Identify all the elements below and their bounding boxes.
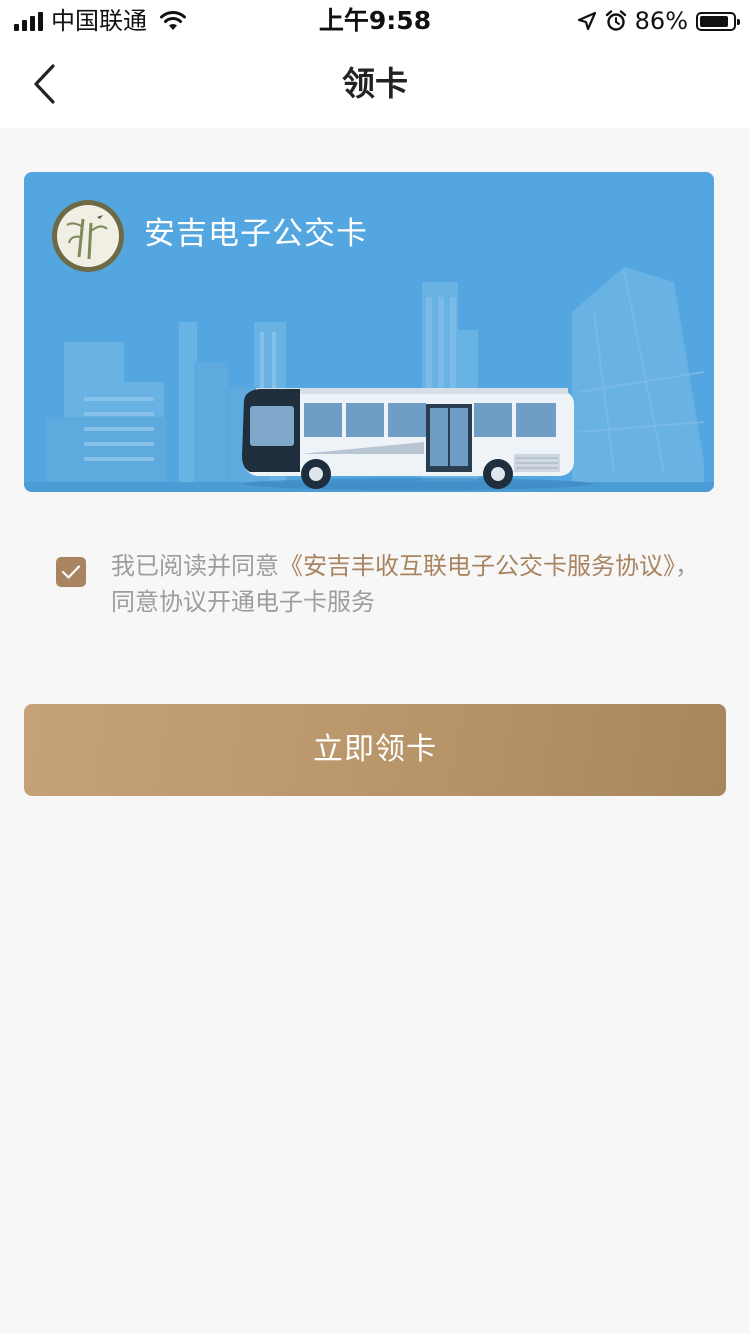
- agreement-prefix: 我已阅读并同意: [111, 552, 279, 580]
- checkmark-icon: [61, 565, 81, 579]
- battery-percent: 86%: [634, 7, 688, 35]
- claim-card-button[interactable]: 立即领卡: [24, 704, 726, 796]
- agreement-text: 我已阅读并同意《安吉丰收互联电子公交卡服务协议》，同意协议开通电子卡服务: [111, 548, 711, 620]
- bamboo-emblem-icon: [52, 200, 124, 272]
- status-bar: 中国联通 上午9:58 86%: [0, 0, 750, 40]
- battery-icon: [696, 11, 740, 31]
- page-title: 领卡: [342, 64, 408, 103]
- agreement-checkbox[interactable]: [56, 557, 86, 587]
- card-illustration: [24, 267, 714, 492]
- agreement-link[interactable]: 《安吉丰收互联电子公交卡服务协议》: [279, 552, 675, 580]
- nav-bar: 领卡: [0, 40, 750, 128]
- bus-card[interactable]: 安吉电子公交卡: [24, 172, 714, 492]
- alarm-icon: [605, 10, 626, 31]
- location-arrow-icon: [577, 11, 596, 31]
- card-title: 安吉电子公交卡: [144, 216, 368, 252]
- status-right: 86%: [577, 6, 740, 36]
